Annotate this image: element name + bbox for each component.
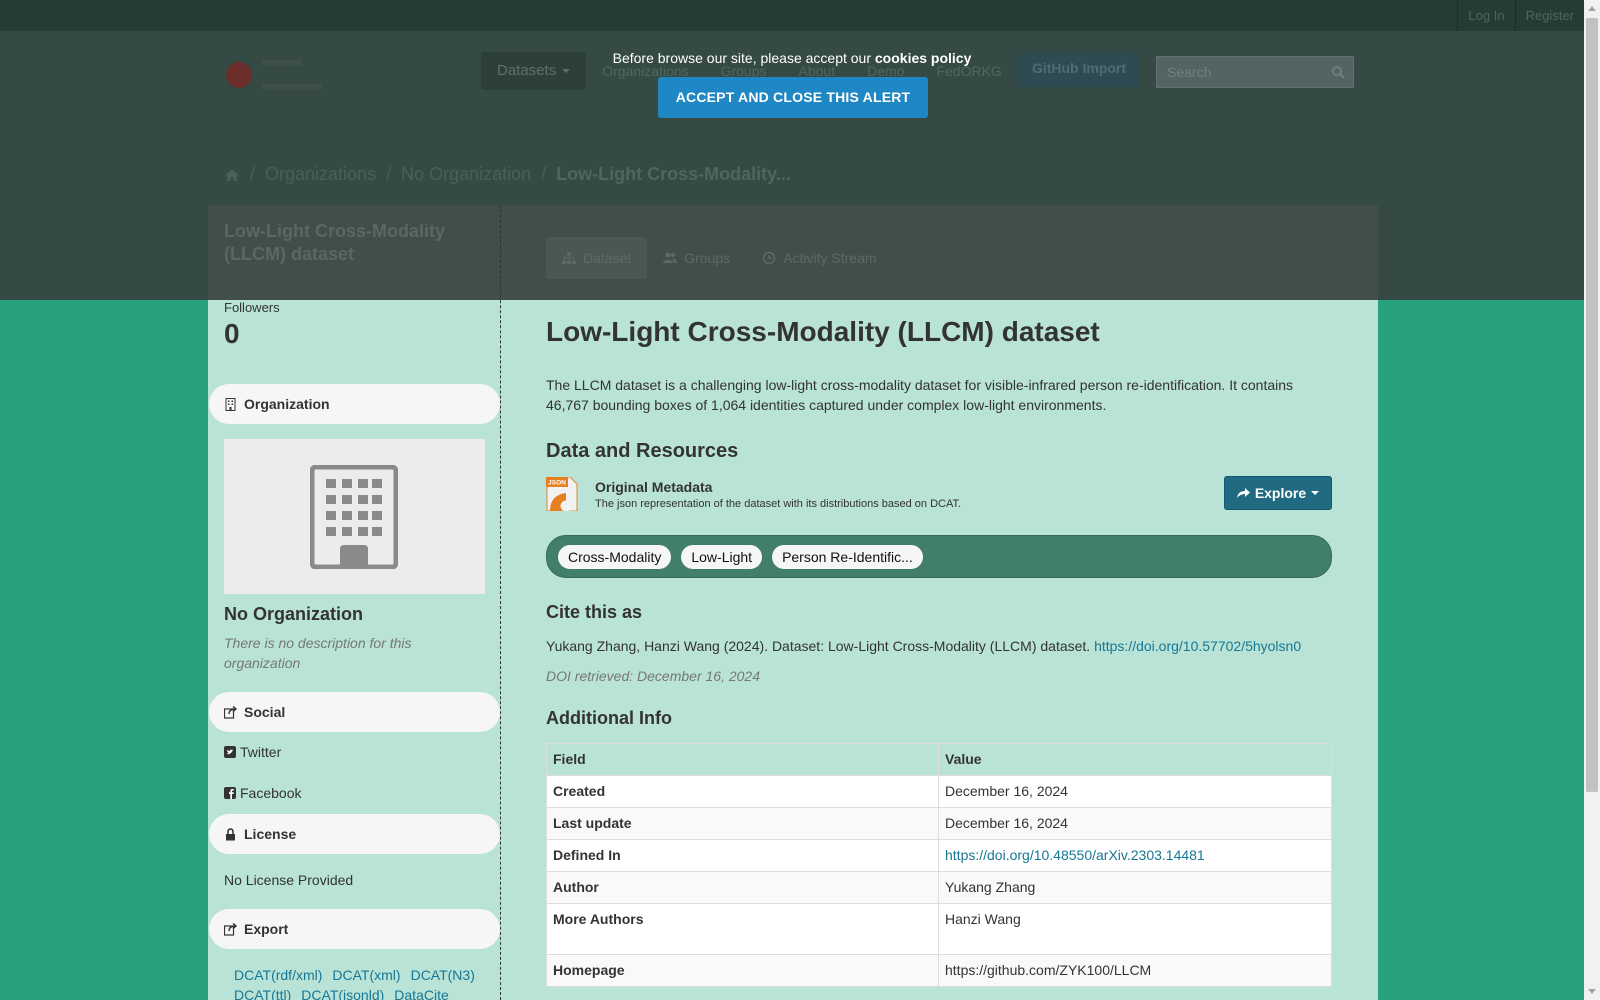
breadcrumb-no-organization[interactable]: No Organization [401,164,531,185]
table-cell-field: Author [546,871,939,904]
followers-label: Followers [224,300,280,315]
table-row: Homepage https://github.com/ZYK100/LLCM [546,954,1332,987]
export-link-ttl[interactable]: DCAT(ttl) [234,985,291,1000]
account-links: Log In Register [1457,0,1584,31]
sidebar-title: Low-Light Cross-Modality (LLCM) dataset [224,221,445,264]
tab-dataset[interactable]: Dataset [546,237,648,279]
doi-retrieved: DOI retrieved: December 16, 2024 [546,668,760,684]
table-header-field: Field [546,743,939,776]
organization-description: There is no description for this organiz… [224,635,412,671]
chevron-down-icon [1311,491,1320,495]
table-header-value: Value [938,743,1332,776]
share-arrow-icon [1236,488,1250,498]
table-cell-value: https://doi.org/10.48550/arXiv.2303.1448… [938,839,1332,872]
resource-item[interactable]: JSON Original Metadata The json represen… [546,477,1332,525]
additional-info-table: Field Value Created December 16, 2024 La… [546,743,1332,987]
followers-count: 0 [224,318,240,349]
export-link-jsonld[interactable]: DCAT(jsonld) [301,985,384,1000]
page-title: Low-Light Cross-Modality (LLCM) dataset [546,316,1100,347]
organization-image[interactable] [224,439,485,594]
share-icon [224,705,237,719]
table-row: More Authors Hanzi Wang [546,903,1332,955]
scroll-down-arrow-icon[interactable] [1588,989,1596,994]
scroll-up-arrow-icon[interactable] [1588,6,1596,11]
breadcrumb-organizations[interactable]: Organizations [265,164,376,185]
lock-icon [226,827,235,840]
building-icon [225,397,236,411]
license-text: No License Provided [224,872,354,888]
clock-icon [762,251,776,265]
table-row: Author Yukang Zhang [546,871,1332,904]
facebook-link[interactable]: Facebook [224,785,301,801]
table-cell-field: Last update [546,807,939,840]
export-link-n3[interactable]: DCAT(N3) [411,965,475,985]
login-link[interactable]: Log In [1457,0,1514,31]
table-row: Created December 16, 2024 [546,775,1332,808]
table-row: Last update December 16, 2024 [546,807,1332,840]
export-link-rdf-xml[interactable]: DCAT(rdf/xml) [234,965,322,985]
license-heading: License [209,814,500,854]
search-icon[interactable] [1331,65,1345,79]
table-cell-field: More Authors [546,903,939,955]
defined-in-link[interactable]: https://doi.org/10.48550/arXiv.2303.1448… [945,847,1205,863]
organization-name[interactable]: No Organization [224,604,363,625]
breadcrumb-current[interactable]: Low-Light Cross-Modality... [556,164,791,185]
table-cell-field: Homepage [546,954,939,987]
twitter-link[interactable]: Twitter [224,744,281,760]
sitemap-icon [562,252,576,264]
social-heading: Social [209,692,500,732]
dataset-description: The LLCM dataset is a challenging low-li… [546,377,1294,413]
table-row: Defined In https://doi.org/10.48550/arXi… [546,839,1332,872]
table-cell-value: Yukang Zhang [938,871,1332,904]
json-format-icon: JSON [546,477,578,511]
export-link-xml[interactable]: DCAT(xml) [332,965,400,985]
page-scrollbar[interactable] [1584,0,1600,1000]
twitter-icon [224,746,236,758]
tag-low-light[interactable]: Low-Light [681,544,763,569]
table-cell-field: Created [546,775,939,808]
tab-activity-stream[interactable]: Activity Stream [746,237,892,279]
explore-button[interactable]: Explore [1224,476,1332,510]
breadcrumb: / Organizations / No Organization / Low-… [224,164,791,185]
export-heading: Export [209,909,500,949]
cite-heading: Cite this as [546,602,643,622]
top-strip: Log In Register [0,0,1584,31]
sidebar-divider [500,205,501,1000]
tag-list: Cross-Modality Low-Light Person Re-Ident… [546,535,1332,578]
table-cell-value: December 16, 2024 [938,775,1332,808]
resource-title[interactable]: Original Metadata [595,479,712,495]
share-icon [224,922,237,936]
export-links: DCAT(rdf/xml) DCAT(xml) DCAT(N3) DCAT(ttl) D… [234,965,494,1000]
additional-info-heading: Additional Info [546,708,672,728]
organization-heading: Organization [209,384,500,424]
resource-description: The json representation of the dataset w… [595,498,962,510]
facebook-icon [224,787,236,799]
tag-person-re-identification[interactable]: Person Re-Identific... [772,544,923,569]
citation-doi-link[interactable]: https://doi.org/10.57702/5hyolsn0 [1094,638,1301,654]
register-link[interactable]: Register [1514,0,1584,31]
cookie-alert-text: Before browse our site, please accept ou… [612,50,972,66]
resources-heading: Data and Resources [546,440,739,462]
table-cell-value: https://github.com/ZYK100/LLCM [938,954,1332,987]
home-icon[interactable] [224,167,240,183]
cookie-policy-link[interactable]: cookies policy [875,50,971,66]
citation: Yukang Zhang, Hanzi Wang (2024). Dataset… [546,638,1302,654]
json-format-label: JSON [548,480,566,487]
scrollbar-thumb[interactable] [1586,18,1598,792]
chevron-down-icon [562,69,571,74]
building-icon [310,465,398,569]
tab-groups[interactable]: Groups [647,237,746,279]
users-icon [663,252,678,263]
table-cell-field: Defined In [546,839,939,872]
dataset-tabs: Dataset Groups Activity Stream [546,237,893,279]
accept-cookies-button[interactable]: ACCEPT AND CLOSE THIS ALERT [658,77,928,118]
table-cell-value: December 16, 2024 [938,807,1332,840]
table-cell-value: Hanzi Wang [938,903,1332,955]
tag-cross-modality[interactable]: Cross-Modality [558,544,672,569]
export-link-datacite[interactable]: DataCite [394,985,448,1000]
